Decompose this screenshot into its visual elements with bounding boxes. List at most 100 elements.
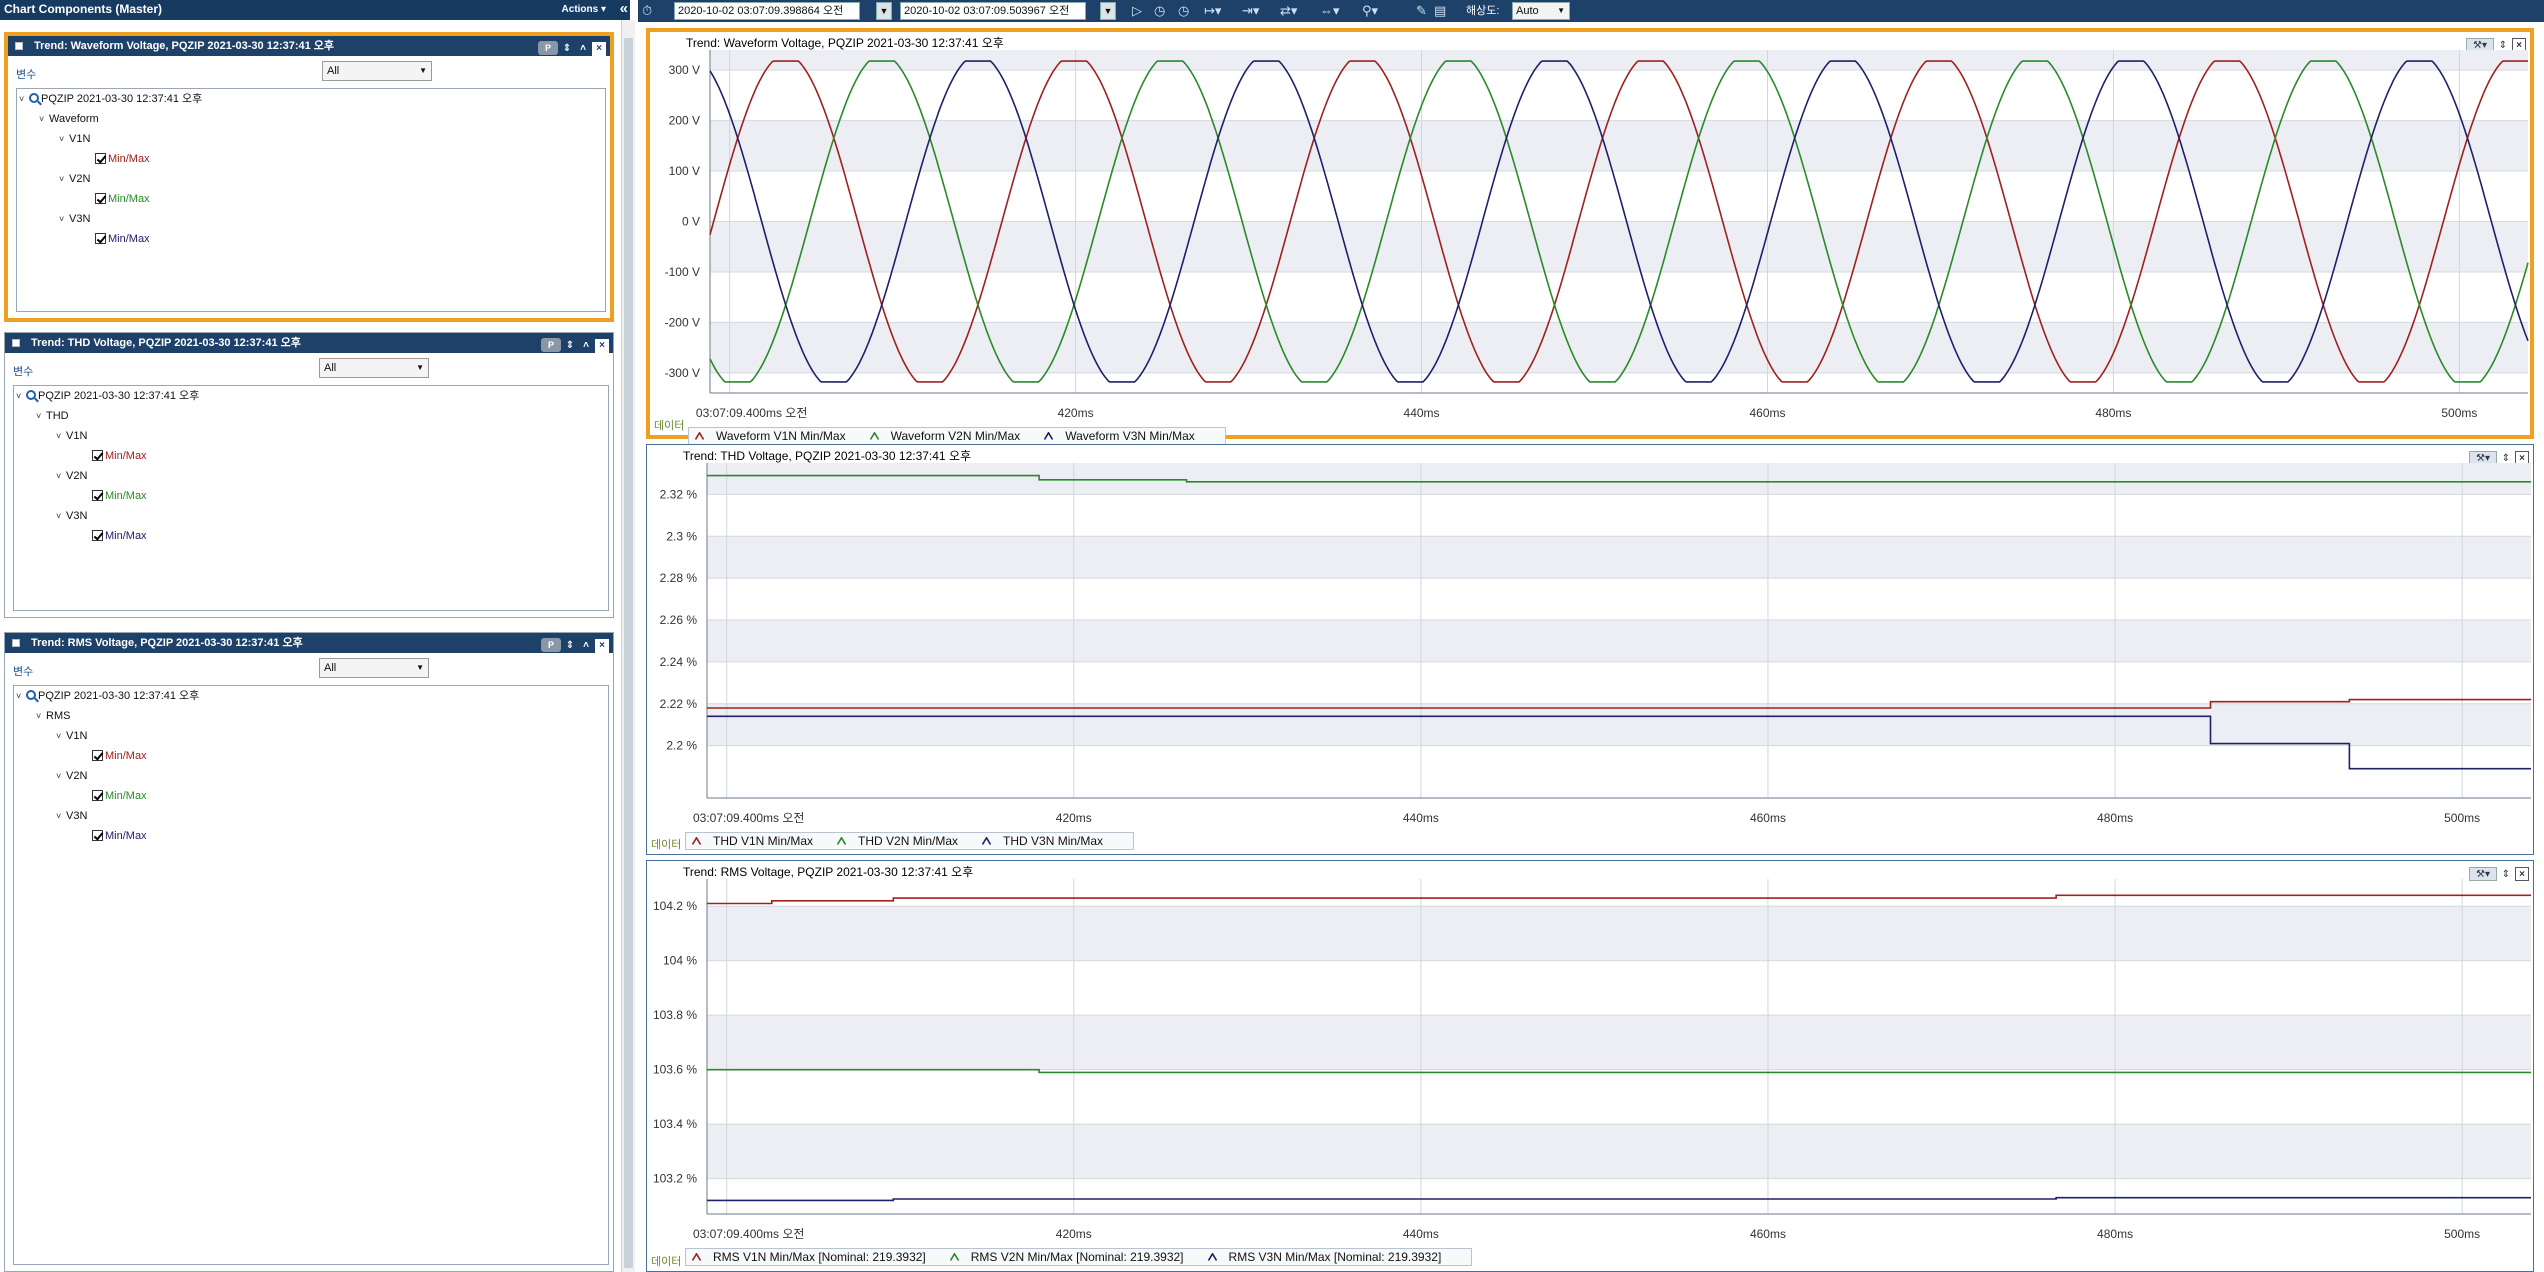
component-panel[interactable]: Trend: RMS Voltage, PQZIP 2021-03-30 12:… [4, 632, 614, 1272]
tree-root[interactable]: ˅ PQZIP 2021-03-30 12:37:41 오후 [16, 390, 199, 403]
legend-item[interactable]: Waveform V3N Min/Max [1044, 429, 1207, 443]
collapse-up-icon[interactable]: ˄ [579, 339, 593, 353]
tree-item[interactable]: Min/Max [92, 750, 147, 763]
chevron-down-icon[interactable]: ˅ [56, 810, 66, 823]
tree-item[interactable]: Min/Max [92, 490, 147, 503]
tree-item[interactable]: Min/Max [95, 193, 150, 206]
variable-filter-select[interactable]: All ▼ [319, 658, 429, 678]
cursor-range-icon[interactable]: ⇔▾ [1320, 3, 1340, 19]
chevron-down-icon[interactable]: ˅ [56, 470, 66, 483]
tree-item[interactable]: Min/Max [92, 530, 147, 543]
chevron-down-icon[interactable]: ˅ [56, 730, 66, 743]
ruler-icon[interactable]: ▤ [1434, 3, 1446, 19]
stopwatch-icon[interactable]: ◷ [1178, 3, 1189, 19]
tree-root[interactable]: ˅ PQZIP 2021-03-30 12:37:41 오후 [16, 690, 199, 703]
tree-channel[interactable]: ˅ V3N [59, 213, 90, 226]
tree-root[interactable]: ˅ PQZIP 2021-03-30 12:37:41 오후 [19, 93, 202, 106]
component-panel[interactable]: Trend: Waveform Voltage, PQZIP 2021-03-3… [4, 32, 614, 322]
collapse-up-icon[interactable]: ˄ [576, 42, 590, 56]
chevron-down-icon[interactable]: ˅ [19, 93, 29, 106]
legend-item[interactable]: Waveform V2N Min/Max [869, 429, 1033, 443]
sort-icon[interactable]: ⇕ [560, 42, 574, 56]
tree-channel[interactable]: ˅ V1N [56, 730, 87, 743]
start-time-dropdown[interactable]: ▼ [876, 2, 892, 20]
legend-item[interactable]: RMS V1N Min/Max [Nominal: 219.3932] [691, 1250, 938, 1264]
chevron-down-icon[interactable]: ˅ [39, 113, 49, 126]
tree-channel[interactable]: ˅ V2N [59, 173, 90, 186]
chevron-down-icon[interactable]: ˅ [36, 410, 46, 423]
cursor-add-icon[interactable]: ⇥▾ [1242, 3, 1259, 19]
pin-icon[interactable]: P [541, 338, 561, 352]
sort-icon[interactable]: ⇕ [563, 339, 577, 353]
zoom-icon[interactable]: ⚲▾ [1362, 3, 1378, 19]
chevron-down-icon[interactable]: ˅ [56, 510, 66, 523]
checkbox-checked[interactable] [92, 490, 103, 501]
tree-item[interactable]: Min/Max [95, 153, 150, 166]
tree-channel[interactable]: ˅ V1N [59, 133, 90, 146]
variable-filter-select[interactable]: All ▼ [319, 358, 429, 378]
left-scrollbar[interactable] [621, 20, 635, 1272]
play-icon[interactable]: ▷ [1132, 3, 1142, 19]
data-tab[interactable]: 데이터 [654, 417, 684, 433]
legend-item[interactable]: THD V3N Min/Max [981, 834, 1115, 848]
tree-item[interactable]: Min/Max [92, 450, 147, 463]
tree-channel[interactable]: ˅ V2N [56, 470, 87, 483]
tree-group[interactable]: ˅ THD [36, 410, 69, 423]
chevron-down-icon[interactable]: ˅ [59, 133, 69, 146]
legend-item[interactable]: RMS V2N Min/Max [Nominal: 219.3932] [949, 1250, 1196, 1264]
component-panel[interactable]: Trend: THD Voltage, PQZIP 2021-03-30 12:… [4, 332, 614, 618]
chevron-down-icon[interactable]: ˅ [16, 690, 26, 703]
cursor-step-icon[interactable]: ↦▾ [1204, 3, 1221, 19]
chart-panel[interactable]: Trend: THD Voltage, PQZIP 2021-03-30 12:… [646, 444, 2534, 855]
checkbox-checked[interactable] [95, 153, 106, 164]
chevron-down-icon[interactable]: ˅ [36, 710, 46, 723]
legend-item[interactable]: RMS V3N Min/Max [Nominal: 219.3932] [1207, 1250, 1454, 1264]
tree-channel[interactable]: ˅ V2N [56, 770, 87, 783]
collapse-panel-icon[interactable]: « [620, 0, 628, 18]
collapse-up-icon[interactable]: ˄ [579, 639, 593, 653]
data-tab[interactable]: 데이터 [651, 836, 681, 852]
checkbox-checked[interactable] [92, 830, 103, 841]
legend-item[interactable]: THD V2N Min/Max [836, 834, 970, 848]
resolution-select[interactable]: Auto ▼ [1512, 2, 1570, 20]
chevron-down-icon[interactable]: ˅ [56, 430, 66, 443]
tree-item[interactable]: Min/Max [95, 233, 150, 246]
checkbox-checked[interactable] [92, 450, 103, 461]
tree-item[interactable]: Min/Max [92, 830, 147, 843]
chart-panel[interactable]: Trend: Waveform Voltage, PQZIP 2021-03-3… [646, 28, 2534, 445]
pen-icon[interactable]: ✎ [1416, 3, 1427, 19]
tree-channel[interactable]: ˅ V1N [56, 430, 87, 443]
close-icon[interactable]: × [595, 339, 609, 353]
chart-panel[interactable]: Trend: RMS Voltage, PQZIP 2021-03-30 12:… [646, 860, 2534, 1272]
chevron-down-icon[interactable]: ˅ [59, 173, 69, 186]
tree-item[interactable]: Min/Max [92, 790, 147, 803]
clock-icon[interactable]: ⏱ [642, 3, 652, 19]
start-time-field[interactable]: 2020-10-02 03:07:09.398864 오전 [674, 2, 860, 20]
timer-icon[interactable]: ◷ [1154, 3, 1165, 19]
sort-icon[interactable]: ⇕ [563, 639, 577, 653]
tree-group[interactable]: ˅ RMS [36, 710, 70, 723]
tree-channel[interactable]: ˅ V3N [56, 510, 87, 523]
chevron-down-icon[interactable]: ˅ [59, 213, 69, 226]
close-icon[interactable]: × [592, 42, 606, 56]
legend-item[interactable]: THD V1N Min/Max [691, 834, 825, 848]
chevron-down-icon[interactable]: ˅ [56, 770, 66, 783]
actions-menu[interactable]: Actions ▾ [562, 0, 606, 19]
pin-icon[interactable]: P [538, 41, 558, 55]
variable-filter-select[interactable]: All ▼ [322, 61, 432, 81]
tree-channel[interactable]: ˅ V3N [56, 810, 87, 823]
end-time-dropdown[interactable]: ▼ [1100, 2, 1116, 20]
cursor-move-icon[interactable]: ⇄▾ [1280, 3, 1297, 19]
checkbox-checked[interactable] [95, 233, 106, 244]
end-time-field[interactable]: 2020-10-02 03:07:09.503967 오전 [900, 2, 1086, 20]
tree-group[interactable]: ˅ Waveform [39, 113, 99, 126]
chevron-down-icon[interactable]: ˅ [16, 390, 26, 403]
legend-item[interactable]: Waveform V1N Min/Max [694, 429, 858, 443]
scrollbar-thumb[interactable] [624, 38, 633, 1268]
checkbox-checked[interactable] [92, 790, 103, 801]
checkbox-checked[interactable] [92, 530, 103, 541]
checkbox-checked[interactable] [95, 193, 106, 204]
pin-icon[interactable]: P [541, 638, 561, 652]
close-icon[interactable]: × [595, 639, 609, 653]
checkbox-checked[interactable] [92, 750, 103, 761]
